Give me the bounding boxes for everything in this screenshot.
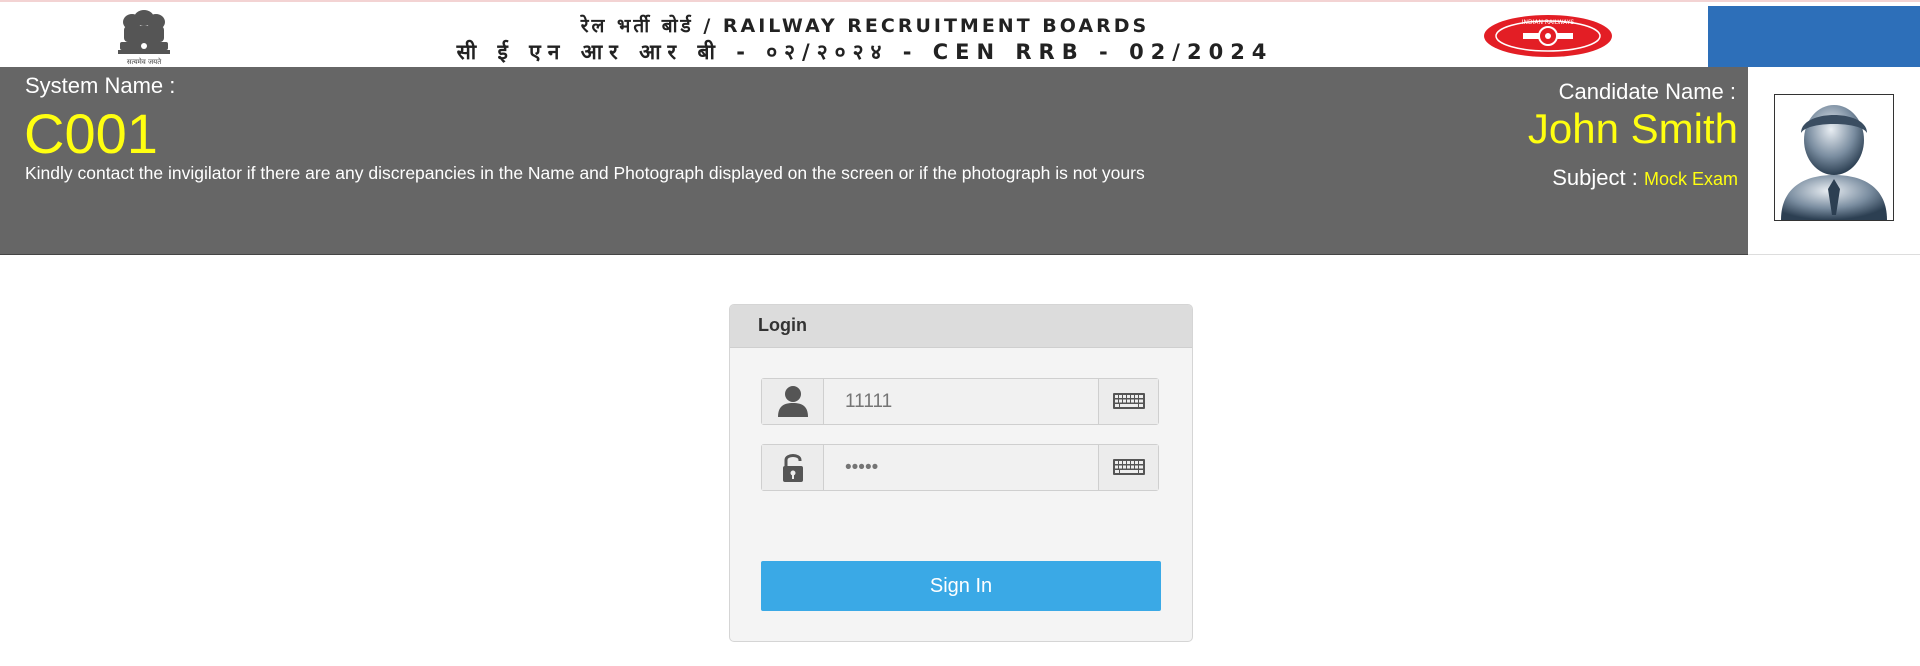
national-emblem-icon: सत्यमेव जयते [96,8,192,66]
virtual-keyboard-password-icon[interactable] [1098,445,1158,490]
discrepancy-notice: Kindly contact the invigilator if there … [25,163,1145,183]
username-field [761,378,1159,425]
login-panel: Login 11111 ••••• Sign In [729,304,1193,642]
indian-railways-logo-icon: INDIAN RAILWAYS [1483,14,1613,58]
subject-value: Mock Exam [1643,169,1738,189]
avatar-icon [1781,105,1887,220]
user-icon [762,379,824,424]
svg-text:INDIAN RAILWAYS: INDIAN RAILWAYS [1522,19,1575,26]
password-field [761,444,1159,491]
sign-in-button[interactable]: Sign In [761,561,1161,611]
banner-blue-block [1708,6,1920,69]
svg-text:सत्यमेव जयते: सत्यमेव जयते [127,57,162,66]
candidate-header: System Name : C001 Kindly contact the in… [0,67,1748,255]
padlock-icon [762,445,824,490]
candidate-photo-panel [1748,67,1920,255]
banner-title: रेल भर्ती बोर्ड / RAILWAY RECRUITMENT BO… [300,12,1430,66]
virtual-keyboard-username-icon[interactable] [1098,379,1158,424]
candidate-name-value: John Smith [1527,105,1738,152]
login-title: Login [730,305,1192,348]
system-name-value: C001 [24,102,158,165]
top-banner: सत्यमेव जयते रेल भर्ती बोर्ड / RAILWAY R… [0,0,1920,69]
system-name-label: System Name : [25,73,176,98]
subject-line: Subject : Mock Exam [1552,165,1738,191]
banner-title-line2: सी ई एन आर आर बी - ०२/२०२४ - CEN RRB - 0… [456,40,1274,64]
password-input[interactable] [825,445,1098,490]
candidate-photo [1774,94,1894,221]
username-input[interactable] [825,379,1098,424]
candidate-name-label: Candidate Name : [1558,79,1736,104]
banner-title-line1: रेल भर्ती बोर्ड / RAILWAY RECRUITMENT BO… [580,15,1150,37]
subject-label: Subject : [1552,165,1638,190]
